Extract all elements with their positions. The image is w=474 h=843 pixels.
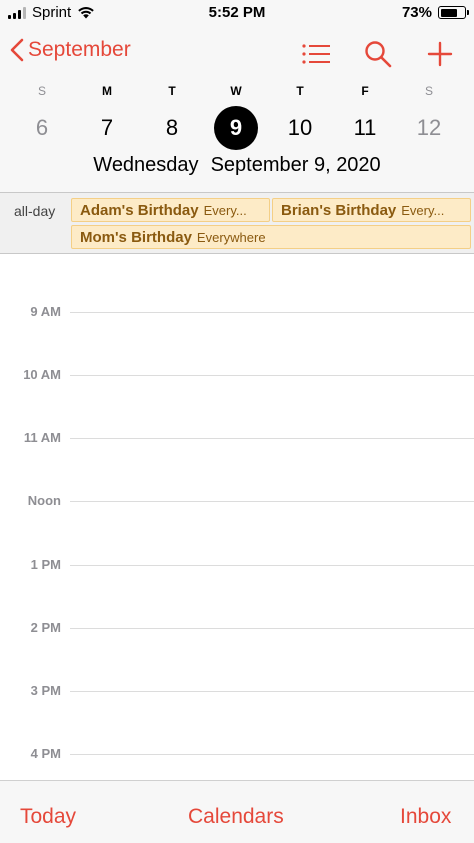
- hour-line: [70, 754, 474, 755]
- search-icon: [365, 41, 392, 68]
- weekday-label: F: [361, 84, 369, 98]
- hour-line: [70, 375, 474, 376]
- hour-label: 4 PM: [30, 746, 61, 761]
- hour-line: [70, 501, 474, 502]
- date-cell[interactable]: 7: [85, 106, 129, 150]
- hour-label: 10 AM: [23, 367, 61, 382]
- hour-label: 9 AM: [30, 304, 61, 319]
- weekday-label: T: [168, 84, 176, 98]
- event-location: Every...: [203, 202, 247, 218]
- hour-line: [70, 628, 474, 629]
- date-cell-selected[interactable]: 9: [214, 106, 258, 150]
- status-right: 73%: [401, 4, 469, 21]
- weekday-label: S: [37, 84, 46, 98]
- all-day-event[interactable]: Brian's Birthday Every...: [272, 198, 471, 222]
- list-view-button[interactable]: [300, 38, 332, 70]
- event-title: Mom's Birthday: [80, 228, 192, 246]
- week-dates-row: 6 7 8 9 10 11 12: [0, 106, 474, 150]
- battery-percent: 73%: [401, 4, 432, 21]
- hour-row: 10 AM: [0, 367, 474, 382]
- calendars-button[interactable]: Calendars: [188, 805, 284, 829]
- weekday-row: S M T W T F S: [0, 84, 474, 100]
- hour-line: [70, 691, 474, 692]
- all-day-section: all-day Adam's Birthday Every... Brian's…: [0, 192, 474, 254]
- hour-label: Noon: [27, 493, 61, 508]
- today-button[interactable]: Today: [20, 805, 76, 829]
- list-icon: [302, 44, 330, 64]
- hour-label: 3 PM: [30, 683, 61, 698]
- selected-date-title: Wednesday September 9, 2020: [0, 154, 474, 177]
- date-cell[interactable]: 12: [407, 106, 451, 150]
- hour-row: 4 PM: [0, 746, 474, 761]
- back-label: September: [28, 38, 131, 61]
- hour-label: 11 AM: [23, 430, 61, 445]
- event-title: Brian's Birthday: [281, 201, 397, 219]
- hour-line: [70, 312, 474, 313]
- status-bar: Sprint 5:52 PM 73%: [0, 0, 474, 26]
- weekday-label: W: [230, 84, 242, 98]
- hour-row: 2 PM: [0, 620, 474, 635]
- hour-row: 11 AM: [0, 430, 474, 445]
- date-cell[interactable]: 8: [150, 106, 194, 150]
- date-cell[interactable]: 11: [343, 106, 387, 150]
- back-button[interactable]: September: [10, 38, 131, 62]
- day-timeline[interactable]: 9 AM 10 AM 11 AM Noon 1 PM 2 PM 3 PM 4 P…: [0, 255, 474, 780]
- all-day-label: all-day: [14, 203, 56, 219]
- hour-row: 3 PM: [0, 683, 474, 698]
- hour-row: 1 PM: [0, 557, 474, 572]
- chevron-left-icon: [10, 38, 24, 62]
- all-day-event[interactable]: Adam's Birthday Every...: [71, 198, 270, 222]
- hour-line: [70, 565, 474, 566]
- selected-date: September 9, 2020: [210, 154, 381, 176]
- add-event-button[interactable]: [424, 38, 456, 70]
- weekday-label: M: [102, 84, 112, 98]
- event-location: Everywhere: [196, 229, 266, 245]
- battery-icon: [438, 6, 469, 19]
- selected-weekday: Wednesday: [93, 154, 199, 176]
- header-actions: [300, 38, 456, 70]
- date-cell[interactable]: 6: [20, 106, 64, 150]
- hour-row: Noon: [0, 493, 474, 508]
- event-title: Adam's Birthday: [80, 201, 199, 219]
- weekday-label: S: [424, 84, 433, 98]
- all-day-event[interactable]: Mom's Birthday Everywhere: [71, 225, 471, 249]
- hour-label: 2 PM: [30, 620, 61, 635]
- plus-icon: [427, 41, 453, 67]
- weekday-label: T: [296, 84, 304, 98]
- hour-row: 9 AM: [0, 304, 474, 319]
- date-cell[interactable]: 10: [278, 106, 322, 150]
- hour-label: 1 PM: [30, 557, 61, 572]
- event-location: Every...: [401, 202, 445, 218]
- search-button[interactable]: [362, 38, 394, 70]
- hour-line: [70, 438, 474, 439]
- bottom-toolbar: Today Calendars Inbox: [0, 780, 474, 843]
- calendar-header: September S M T W T F S 6 7 8 9 10 11 12…: [0, 26, 474, 192]
- inbox-button[interactable]: Inbox: [400, 805, 451, 829]
